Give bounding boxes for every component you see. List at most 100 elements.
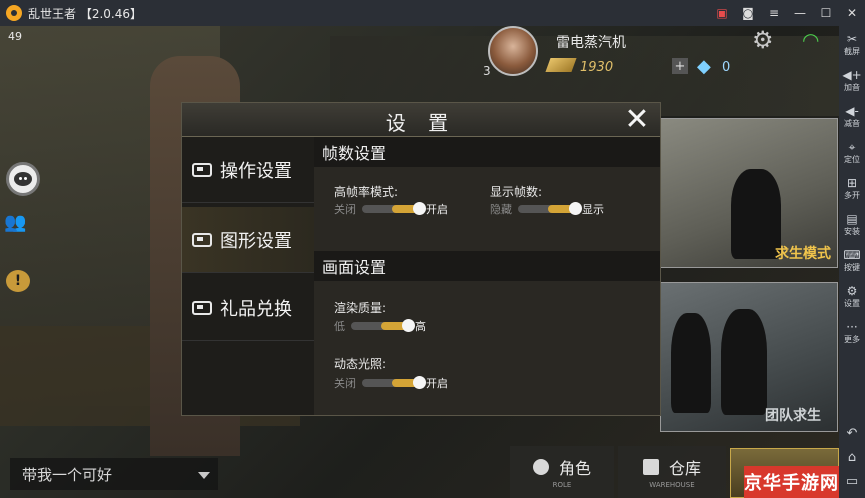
sidebar-item-label: 加音 [844,82,860,92]
close-icon[interactable]: ✕ [839,0,865,26]
settings-gear-icon[interactable]: ⚙ [752,26,774,54]
tab-gift-redeem[interactable]: 礼品兑换 [182,275,314,341]
role-button[interactable]: 角色 ROLE [510,446,614,498]
chat-input-bar[interactable]: 带我一个可好 [10,458,218,490]
slider-knob[interactable] [413,376,426,389]
render-quality-slider[interactable] [351,319,415,332]
back-icon[interactable]: ↶ [847,422,858,446]
dynamic-light-row: 关闭 开启 [334,375,448,391]
soldier-silhouette [671,313,711,413]
warehouse-button[interactable]: 仓库 WAREHOUSE [618,446,726,498]
emulator-sidebar: ✂ 截屏 ◀+ 加音 ◀- 减音 ⌖ 定位 ⊞ 多开 ▤ 安装 ⌨ 按键 ⚙ 设置 ··· 更多 … [839,26,865,498]
gold-bar-icon [545,58,577,72]
dialog-title: 设 置 [385,111,457,135]
sidebar-item-keys[interactable]: ⌨ 按键 [839,242,865,278]
role-icon [532,459,549,475]
warehouse-label: 仓库 [668,459,701,478]
app-logo-icon [6,5,22,21]
section-heading-fps: 帧数设置 [314,137,660,167]
dialog-close-button[interactable]: ✕ [622,105,652,135]
sidebar-item-label: 按键 [844,262,860,272]
warehouse-icon [642,459,659,475]
toggle-on-label: 显示 [582,203,604,216]
controls-icon [192,162,212,177]
dynamic-light-label: 动态光照: [334,357,387,371]
fps-counter: 49 [8,30,22,43]
toggle-off-label: 隐藏 [490,203,512,216]
graphics-icon [192,232,212,247]
apk-icon: ▤ [846,211,858,226]
high-fps-toggle-row: 关闭 开启 [334,201,448,217]
minimize-icon[interactable]: — [787,0,813,26]
section-heading-screen: 画面设置 [314,251,660,281]
slider-knob[interactable] [413,202,426,215]
window-controls: ▣ ◙ ≡ — ☐ ✕ [709,0,865,26]
sidebar-item-location[interactable]: ⌖ 定位 [839,134,865,170]
sidebar-item-install[interactable]: ▤ 安装 [839,206,865,242]
dialog-header: 设 置 ✕ [182,103,660,137]
slider-knob[interactable] [402,319,415,332]
sidebar-item-more[interactable]: ··· 更多 [839,314,865,350]
warehouse-sub-label: WAREHOUSE [649,481,695,489]
alert-icon[interactable]: ! [6,270,30,292]
sidebar-nav-buttons: ↶ ⌂ ▭ [846,422,858,494]
sidebar-item-label: 设置 [844,298,860,308]
show-fps-slider[interactable] [518,202,582,215]
soldier-silhouette [731,169,781,259]
home-icon[interactable]: ⌂ [848,446,856,470]
sidebar-item-settings[interactable]: ⚙ 设置 [839,278,865,314]
menu-icon[interactable]: ≡ [761,0,787,26]
high-fps-slider[interactable] [362,202,426,215]
survival-mode-card[interactable]: 求生模式 [660,118,838,268]
wifi-icon: ◠ [802,28,820,52]
friends-icon[interactable]: 👥 [4,212,26,233]
chevron-down-icon[interactable] [198,472,210,479]
scissors-icon: ✂ [846,31,858,46]
sidebar-item-label: 更多 [844,334,860,344]
gift-icon[interactable]: ▣ [709,0,735,26]
role-label: 角色 [558,459,591,478]
toggle-on-label: 开启 [426,203,448,216]
tab-label: 操作设置 [220,160,292,182]
recent-apps-icon[interactable]: ▭ [846,470,858,494]
chat-float-button[interactable] [6,162,40,196]
slider-knob[interactable] [569,202,582,215]
more-icon: ··· [846,319,858,334]
tab-controls[interactable]: 操作设置 [182,137,314,203]
gear-icon: ⚙ [846,283,858,298]
avatar[interactable] [488,26,538,76]
render-quality-row: 低 高 [334,318,426,334]
sidebar-item-screenshot[interactable]: ✂ 截屏 [839,26,865,62]
gem-amount: 0 [722,60,731,75]
sidebar-item-label: 截屏 [844,46,860,56]
settings-content: 帧数设置 高帧率模式: 关闭 开启 显示帧数: 隐藏 显示 画面设置 渲染质量:… [314,137,660,415]
sidebar-item-multi[interactable]: ⊞ 多开 [839,170,865,206]
chat-message-text: 带我一个可好 [22,465,113,484]
sidebar-item-volume-up[interactable]: ◀+ 加音 [839,62,865,98]
tab-graphics[interactable]: 图形设置 [182,207,314,273]
player-name: 雷电蒸汽机 [556,35,626,51]
render-quality-label: 渲染质量: [334,301,387,315]
toggle-on-label: 开启 [426,377,448,390]
toggle-off-label: 关闭 [334,203,356,216]
settings-dialog: 设 置 ✕ 操作设置 图形设置 礼品兑换 帧数设置 高帧率模式: 关闭 开启 显… [181,102,661,416]
gamepad-icon[interactable]: ◙ [735,0,761,26]
sidebar-item-label: 定位 [844,154,860,164]
player-level: 3 [483,64,491,78]
location-icon: ⌖ [848,139,856,154]
dynamic-light-slider[interactable] [362,376,426,389]
sidebar-item-volume-down[interactable]: ◀- 减音 [839,98,865,134]
add-gems-button[interactable]: + [672,58,688,74]
toggle-off-label: 关闭 [334,377,356,390]
window-title: 乱世王者 【2.0.46】 [28,6,142,21]
game-viewport: 49 👥 ! 3 雷电蒸汽机 1930 + ◆ 0 ⚙ ◠ 求生模式 团队求生 … [0,26,839,498]
keyboard-icon: ⌨ [843,247,861,262]
watermark-logo: 京华手游网 [744,466,839,498]
title-bar: 乱世王者 【2.0.46】 ▣ ◙ ≡ — ☐ ✕ [0,0,865,26]
team-survival-card[interactable]: 团队求生 [660,282,838,432]
maximize-icon[interactable]: ☐ [813,0,839,26]
gold-amount: 1930 [580,60,614,75]
role-sub-label: ROLE [552,481,572,489]
sidebar-item-label: 减音 [844,118,860,128]
volume-up-icon: ◀+ [842,67,862,82]
